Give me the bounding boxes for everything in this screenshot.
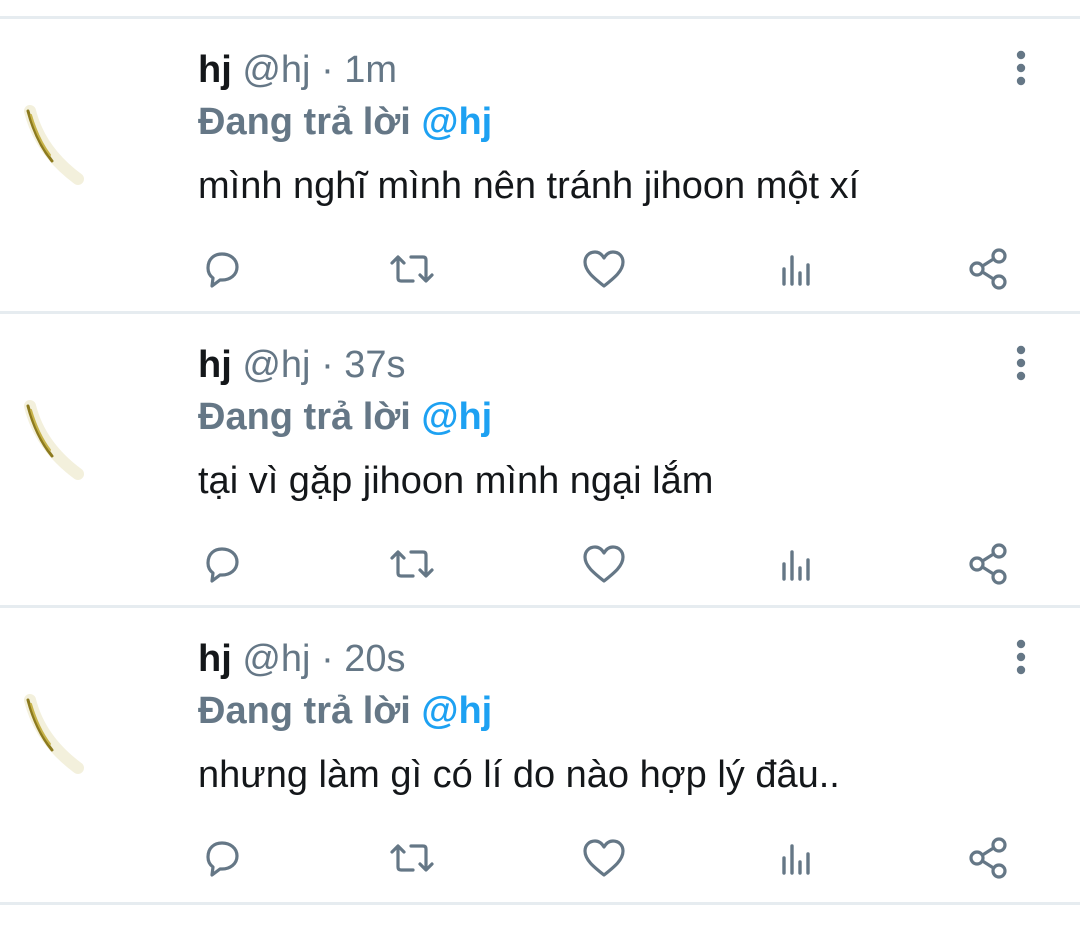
timestamp[interactable]: 1m <box>344 49 397 91</box>
tweet-feed: hj @hj · 1m Đang trả lời @hj mình nghĩ m… <box>0 0 1080 933</box>
tweet-text: mình nghĩ mình nên tránh jihoon một xí <box>198 165 860 207</box>
reply-icon[interactable] <box>196 243 248 295</box>
divider <box>0 902 1080 905</box>
user-handle[interactable]: @hj <box>242 638 310 680</box>
display-name[interactable]: hj <box>198 49 232 91</box>
analytics-icon[interactable] <box>770 832 822 884</box>
avatar[interactable] <box>0 81 120 201</box>
user-handle[interactable]: @hj <box>242 49 310 91</box>
tweet-card[interactable]: hj @hj · 20s Đang trả lời @hj nhưng làm … <box>0 608 1080 900</box>
display-name[interactable]: hj <box>198 344 232 386</box>
tweet-actions <box>0 538 1080 590</box>
replying-to: Đang trả lời @hj <box>198 393 492 441</box>
tweet-text: nhưng làm gì có lí do nào hợp lý đâu.. <box>198 754 840 796</box>
avatar[interactable] <box>0 376 120 496</box>
like-icon[interactable] <box>578 832 630 884</box>
tweet-header: hj @hj · 1m <box>198 47 397 93</box>
reply-prefix: Đang trả lời <box>198 396 411 438</box>
user-handle[interactable]: @hj <box>242 344 310 386</box>
more-options-icon[interactable] <box>1000 636 1040 682</box>
separator-dot: · <box>321 49 334 91</box>
avatar[interactable] <box>0 670 120 790</box>
more-options-icon[interactable] <box>1000 47 1040 93</box>
reply-mention-link[interactable]: @hj <box>421 396 492 438</box>
separator-dot: · <box>321 344 334 386</box>
retweet-icon[interactable] <box>386 243 438 295</box>
analytics-icon[interactable] <box>770 538 822 590</box>
like-icon[interactable] <box>578 243 630 295</box>
display-name[interactable]: hj <box>198 638 232 680</box>
reply-mention-link[interactable]: @hj <box>421 101 492 143</box>
more-options-icon[interactable] <box>1000 342 1040 388</box>
replying-to: Đang trả lời @hj <box>198 687 492 735</box>
share-icon[interactable] <box>962 538 1014 590</box>
share-icon[interactable] <box>962 243 1014 295</box>
reply-prefix: Đang trả lời <box>198 101 411 143</box>
tweet-actions <box>0 832 1080 884</box>
tweet-header: hj @hj · 20s <box>198 636 406 682</box>
reply-icon[interactable] <box>196 832 248 884</box>
timestamp[interactable]: 37s <box>344 344 405 386</box>
reply-prefix: Đang trả lời <box>198 690 411 732</box>
separator-dot: · <box>321 638 334 680</box>
tweet-header: hj @hj · 37s <box>198 342 406 388</box>
analytics-icon[interactable] <box>770 243 822 295</box>
timestamp[interactable]: 20s <box>344 638 405 680</box>
tweet-card[interactable]: hj @hj · 1m Đang trả lời @hj mình nghĩ m… <box>0 19 1080 311</box>
tweet-card[interactable]: hj @hj · 37s Đang trả lời @hj tại vì gặp… <box>0 314 1080 606</box>
like-icon[interactable] <box>578 538 630 590</box>
reply-mention-link[interactable]: @hj <box>421 690 492 732</box>
share-icon[interactable] <box>962 832 1014 884</box>
tweet-actions <box>0 243 1080 295</box>
reply-icon[interactable] <box>196 538 248 590</box>
retweet-icon[interactable] <box>386 832 438 884</box>
retweet-icon[interactable] <box>386 538 438 590</box>
replying-to: Đang trả lời @hj <box>198 98 492 146</box>
tweet-text: tại vì gặp jihoon mình ngại lắm <box>198 460 714 502</box>
